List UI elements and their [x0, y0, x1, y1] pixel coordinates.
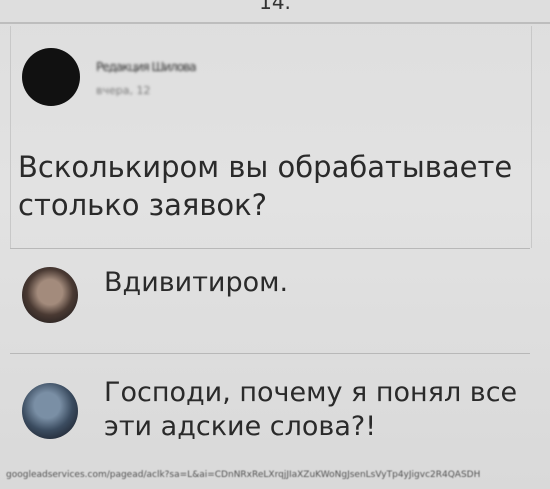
comment-avatar[interactable] — [22, 267, 78, 323]
comment-avatar[interactable] — [22, 383, 78, 439]
comment-text: Вдивитиром. — [104, 267, 289, 298]
post-author-name[interactable]: Редакция Шилова — [96, 60, 197, 74]
post-author-avatar[interactable] — [22, 48, 80, 106]
screen: 14. Редакция Шилова вчера, 12 Всколькиро… — [0, 0, 550, 489]
comment-text: Господи, почему я понял все эти адские с… — [104, 377, 518, 442]
post-text: Всколькиром вы обрабатываете столько зая… — [18, 150, 513, 222]
ad-url[interactable]: googleadservices.com/pagead/aclk?sa=L&ai… — [6, 470, 550, 480]
top-divider — [0, 22, 550, 24]
post-meta: вчера, 12 — [96, 84, 151, 97]
divider — [10, 353, 530, 354]
divider — [10, 248, 530, 249]
page-number: 14. — [259, 0, 291, 14]
